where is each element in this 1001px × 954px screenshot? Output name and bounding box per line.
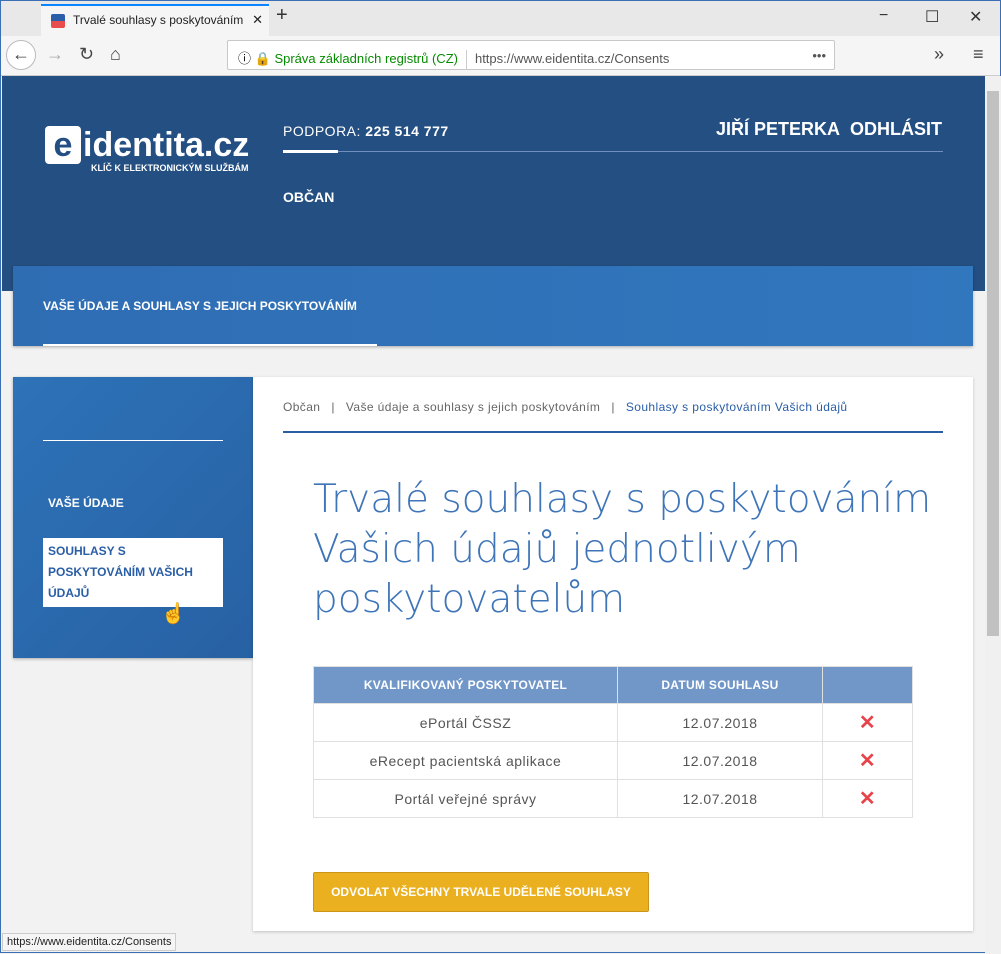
banner-title[interactable]: VAŠE ÚDAJE A SOUHLASY S JEJICH POSKYTOVÁ… — [43, 299, 357, 313]
header-divider — [283, 151, 943, 152]
tab-bar: Trvalé souhlasy s poskytováním ✕ + − ☐ ✕ — [1, 1, 1000, 37]
tab-title: Trvalé souhlasy s poskytováním — [73, 13, 244, 27]
revoke-all-button[interactable]: ODVOLAT VŠECHNY TRVALE UDĚLENÉ SOUHLASY — [313, 872, 649, 912]
home-button[interactable]: ⌂ — [110, 44, 121, 65]
menu-button[interactable]: ≡ — [973, 44, 984, 65]
sidebar: VAŠE ÚDAJE SOUHLASY S POSKYTOVÁNÍM VAŠIC… — [13, 377, 253, 658]
close-window-button[interactable]: ✕ — [969, 7, 982, 27]
col-provider: KVALIFIKOVANÝ POSKYTOVATEL — [313, 666, 618, 704]
sidebar-item-vase-udaje[interactable]: VAŠE ÚDAJE — [48, 496, 124, 510]
support-info: PODPORA: 225 514 777 — [283, 123, 449, 139]
sidebar-item-souhlasy[interactable]: SOUHLASY S POSKYTOVÁNÍM VAŠICH ÚDAJŮ — [43, 538, 223, 607]
scrollbar-thumb[interactable] — [987, 91, 999, 636]
date-cell: 12.07.2018 — [617, 703, 823, 742]
date-cell: 12.07.2018 — [617, 779, 823, 818]
browser-tab[interactable]: Trvalé souhlasy s poskytováním ✕ — [41, 4, 269, 37]
table-row: eRecept pacientská aplikace 12.07.2018 ✕ — [313, 741, 913, 780]
status-bar: https://www.eidentita.cz/Consents — [2, 933, 177, 951]
header-divider-accent — [283, 150, 338, 153]
remove-icon[interactable]: ✕ — [822, 703, 913, 742]
url-text[interactable]: https://www.eidentita.cz/Consents — [475, 51, 669, 66]
breadcrumb-obcan[interactable]: Občan — [283, 400, 320, 414]
logo-text: identita.cz — [83, 126, 250, 164]
date-cell: 12.07.2018 — [617, 741, 823, 780]
page-title: Trvalé souhlasy s poskytováním Vašich úd… — [313, 477, 932, 622]
logo-tagline: KLÍČ K ELEKTRONICKÝM SLUŽBÁM — [91, 163, 249, 173]
consents-table: KVALIFIKOVANÝ POSKYTOVATEL DATUM SOUHLASU… — [313, 666, 913, 818]
url-bar[interactable]: ⓘ 🔒 Správa základních registrů (CZ) https… — [227, 40, 835, 70]
nav-bar: ← → ↻ ⌂ ⓘ 🔒 Správa základních registrů (… — [1, 36, 1000, 76]
provider-cell: ePortál ČSSZ — [313, 703, 618, 742]
breadcrumb-vase-udaje[interactable]: Vaše údaje a souhlasy s jejich poskytová… — [346, 400, 600, 414]
new-tab-button[interactable]: + — [276, 4, 288, 27]
maximize-button[interactable]: ☐ — [925, 7, 939, 27]
table-row: ePortál ČSSZ 12.07.2018 ✕ — [313, 703, 913, 742]
lock-icon: 🔒 — [254, 51, 271, 66]
info-icon[interactable]: ⓘ — [238, 51, 251, 66]
remove-icon[interactable]: ✕ — [822, 741, 913, 780]
back-button[interactable]: ← — [6, 40, 36, 70]
favicon-icon — [51, 14, 65, 28]
breadcrumb-current: Souhlasy s poskytováním Vašich údajů — [625, 400, 848, 414]
user-name[interactable]: JIŘÍ PETERKA — [716, 119, 840, 139]
user-area: JIŘÍ PETERKA ODHLÁSIT — [716, 119, 942, 140]
site-identity[interactable]: Správa základních registrů (CZ) — [274, 51, 458, 66]
logo[interactable]: e identita.cz KLÍČ K ELEKTRONICKÝM SLUŽBÁ… — [45, 126, 249, 173]
support-phone: 225 514 777 — [365, 123, 449, 139]
logo-e: e — [45, 126, 81, 164]
minimize-button[interactable]: − — [879, 7, 888, 25]
col-actions — [822, 666, 913, 704]
main-content: Občan | Vaše údaje a souhlasy s jejich pos… — [253, 377, 973, 931]
remove-icon[interactable]: ✕ — [822, 779, 913, 818]
close-tab-icon[interactable]: ✕ — [248, 12, 263, 28]
breadcrumb-separator: | — [611, 400, 615, 414]
overflow-button[interactable]: » — [934, 44, 944, 65]
site-header — [2, 76, 985, 291]
support-label: PODPORA: — [283, 123, 361, 139]
breadcrumb-separator: | — [331, 400, 335, 414]
nav-obcan[interactable]: OBČAN — [283, 189, 334, 205]
hand-cursor-icon: ☝ — [161, 603, 186, 625]
reload-button[interactable]: ↻ — [79, 44, 94, 65]
logout-link[interactable]: ODHLÁSIT — [850, 119, 942, 139]
table-row: Portál veřejné správy 12.07.2018 ✕ — [313, 779, 913, 818]
page-actions-button[interactable]: ••• — [812, 48, 826, 63]
forward-button[interactable]: → — [46, 44, 64, 65]
provider-cell: eRecept pacientská aplikace — [313, 741, 618, 780]
breadcrumb: Občan | Vaše údaje a souhlasy s jejich pos… — [283, 400, 848, 414]
section-banner: VAŠE ÚDAJE A SOUHLASY S JEJICH POSKYTOVÁ… — [13, 266, 973, 346]
provider-cell: Portál veřejné správy — [313, 779, 618, 818]
col-date: DATUM SOUHLASU — [617, 666, 823, 704]
